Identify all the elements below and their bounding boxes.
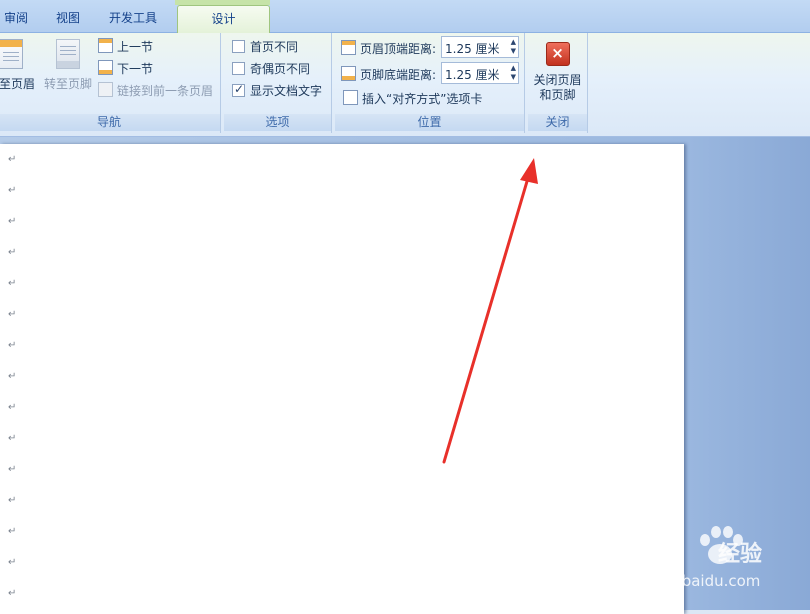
- watermark-url: jingyan.baidu.com: [622, 572, 761, 590]
- arrow-shaft: [442, 176, 530, 464]
- watermark-brand: Bai: [620, 534, 667, 564]
- watermark-brand-cn: 经验: [718, 542, 763, 567]
- baidu-jingyan-watermark: Bai 经验 jingyan.baidu.com: [620, 522, 770, 592]
- arrow-head: [520, 158, 538, 184]
- annotation-arrow: [442, 158, 538, 464]
